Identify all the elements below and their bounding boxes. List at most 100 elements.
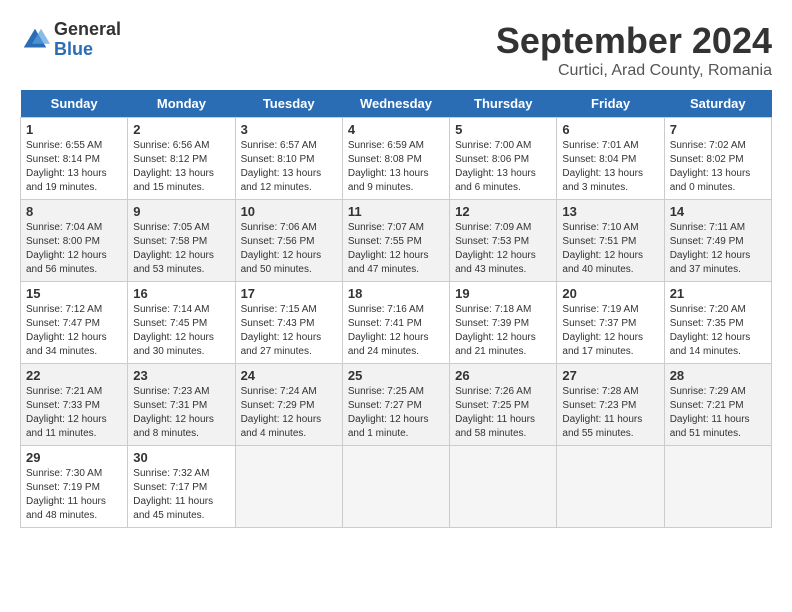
- day-info: Sunrise: 7:14 AMSunset: 7:45 PMDaylight:…: [133, 303, 229, 359]
- day-number: 17: [241, 286, 337, 301]
- day-number: 27: [562, 368, 658, 383]
- day-number: 4: [348, 122, 444, 137]
- logo: General Blue: [20, 20, 121, 60]
- day-info: Sunrise: 7:24 AMSunset: 7:29 PMDaylight:…: [241, 385, 337, 441]
- day-number: 23: [133, 368, 229, 383]
- table-row: 5 Sunrise: 7:00 AMSunset: 8:06 PMDaylight…: [450, 118, 557, 200]
- day-info: Sunrise: 7:18 AMSunset: 7:39 PMDaylight:…: [455, 303, 551, 359]
- day-number: 8: [26, 204, 122, 219]
- table-row: 19Sunrise: 7:18 AMSunset: 7:39 PMDayligh…: [450, 282, 557, 364]
- logo-blue: Blue: [54, 40, 121, 60]
- day-info: Sunrise: 7:15 AMSunset: 7:43 PMDaylight:…: [241, 303, 337, 359]
- table-row: 4 Sunrise: 6:59 AMSunset: 8:08 PMDaylight…: [342, 118, 449, 200]
- day-number: 28: [670, 368, 766, 383]
- day-number: 18: [348, 286, 444, 301]
- day-info: Sunrise: 7:04 AMSunset: 8:00 PMDaylight:…: [26, 221, 122, 277]
- table-row: 9Sunrise: 7:05 AMSunset: 7:58 PMDaylight…: [128, 200, 235, 282]
- table-row: 22 Sunrise: 7:21 AMSunset: 7:33 PMDayligh…: [21, 364, 128, 446]
- day-info: Sunrise: 7:12 AMSunset: 7:47 PMDaylight:…: [26, 303, 122, 359]
- table-row: 6 Sunrise: 7:01 AMSunset: 8:04 PMDaylight…: [557, 118, 664, 200]
- logo-text: General Blue: [54, 20, 121, 60]
- header-thursday: Thursday: [450, 90, 557, 118]
- header-sunday: Sunday: [21, 90, 128, 118]
- day-info: Sunrise: 7:29 AMSunset: 7:21 PMDaylight:…: [670, 385, 766, 441]
- page-header: General Blue September 2024 Curtici, Ara…: [20, 20, 772, 80]
- logo-general: General: [54, 20, 121, 40]
- day-number: 1: [26, 122, 122, 137]
- header-wednesday: Wednesday: [342, 90, 449, 118]
- day-info: Sunrise: 7:25 AMSunset: 7:27 PMDaylight:…: [348, 385, 444, 441]
- day-number: 11: [348, 204, 444, 219]
- table-row: 18 Sunrise: 7:16 AMSunset: 7:41 PMDayligh…: [342, 282, 449, 364]
- day-info: Sunrise: 7:32 AMSunset: 7:17 PMDaylight:…: [133, 467, 229, 523]
- day-info: Sunrise: 7:30 AMSunset: 7:19 PMDaylight:…: [26, 467, 122, 523]
- calendar-row: 22 Sunrise: 7:21 AMSunset: 7:33 PMDayligh…: [21, 364, 772, 446]
- calendar-row: 29 Sunrise: 7:30 AMSunset: 7:19 PMDayligh…: [21, 446, 772, 528]
- day-number: 14: [670, 204, 766, 219]
- calendar-row: 8 Sunrise: 7:04 AMSunset: 8:00 PMDaylight…: [21, 200, 772, 282]
- day-number: 29: [26, 450, 122, 465]
- day-info: Sunrise: 6:55 AMSunset: 8:14 PMDaylight:…: [26, 139, 122, 195]
- table-row: [450, 446, 557, 528]
- day-number: 16: [133, 286, 229, 301]
- day-info: Sunrise: 7:16 AMSunset: 7:41 PMDaylight:…: [348, 303, 444, 359]
- table-row: 25 Sunrise: 7:25 AMSunset: 7:27 PMDayligh…: [342, 364, 449, 446]
- table-row: 29 Sunrise: 7:30 AMSunset: 7:19 PMDayligh…: [21, 446, 128, 528]
- table-row: [342, 446, 449, 528]
- day-number: 13: [562, 204, 658, 219]
- day-info: Sunrise: 6:57 AMSunset: 8:10 PMDaylight:…: [241, 139, 337, 195]
- day-info: Sunrise: 7:06 AMSunset: 7:56 PMDaylight:…: [241, 221, 337, 277]
- day-info: Sunrise: 7:23 AMSunset: 7:31 PMDaylight:…: [133, 385, 229, 441]
- table-row: 3 Sunrise: 6:57 AMSunset: 8:10 PMDaylight…: [235, 118, 342, 200]
- table-row: 14 Sunrise: 7:11 AMSunset: 7:49 PMDayligh…: [664, 200, 771, 282]
- day-info: Sunrise: 7:10 AMSunset: 7:51 PMDaylight:…: [562, 221, 658, 277]
- day-info: Sunrise: 7:11 AMSunset: 7:49 PMDaylight:…: [670, 221, 766, 277]
- day-number: 3: [241, 122, 337, 137]
- calendar-row: 1 Sunrise: 6:55 AMSunset: 8:14 PMDaylight…: [21, 118, 772, 200]
- table-row: 16 Sunrise: 7:14 AMSunset: 7:45 PMDayligh…: [128, 282, 235, 364]
- location-subtitle: Curtici, Arad County, Romania: [496, 62, 772, 80]
- day-number: 7: [670, 122, 766, 137]
- day-number: 15: [26, 286, 122, 301]
- logo-icon: [20, 25, 50, 55]
- day-info: Sunrise: 7:00 AMSunset: 8:06 PMDaylight:…: [455, 139, 551, 195]
- day-info: Sunrise: 7:20 AMSunset: 7:35 PMDaylight:…: [670, 303, 766, 359]
- day-number: 21: [670, 286, 766, 301]
- day-number: 25: [348, 368, 444, 383]
- table-row: 7 Sunrise: 7:02 AMSunset: 8:02 PMDaylight…: [664, 118, 771, 200]
- day-number: 12: [455, 204, 551, 219]
- table-row: 24 Sunrise: 7:24 AMSunset: 7:29 PMDayligh…: [235, 364, 342, 446]
- table-row: 21 Sunrise: 7:20 AMSunset: 7:35 PMDayligh…: [664, 282, 771, 364]
- day-info: Sunrise: 7:07 AMSunset: 7:55 PMDaylight:…: [348, 221, 444, 277]
- day-info: Sunrise: 7:01 AMSunset: 8:04 PMDaylight:…: [562, 139, 658, 195]
- day-number: 6: [562, 122, 658, 137]
- day-info: Sunrise: 7:02 AMSunset: 8:02 PMDaylight:…: [670, 139, 766, 195]
- table-row: 12Sunrise: 7:09 AMSunset: 7:53 PMDayligh…: [450, 200, 557, 282]
- day-number: 2: [133, 122, 229, 137]
- table-row: 15 Sunrise: 7:12 AMSunset: 7:47 PMDayligh…: [21, 282, 128, 364]
- table-row: [235, 446, 342, 528]
- day-number: 10: [241, 204, 337, 219]
- day-number: 26: [455, 368, 551, 383]
- table-row: [664, 446, 771, 528]
- calendar-table: Sunday Monday Tuesday Wednesday Thursday…: [20, 90, 772, 528]
- day-number: 30: [133, 450, 229, 465]
- table-row: 2Sunrise: 6:56 AMSunset: 8:12 PMDaylight…: [128, 118, 235, 200]
- day-info: Sunrise: 7:21 AMSunset: 7:33 PMDaylight:…: [26, 385, 122, 441]
- day-number: 22: [26, 368, 122, 383]
- header-saturday: Saturday: [664, 90, 771, 118]
- table-row: 30 Sunrise: 7:32 AMSunset: 7:17 PMDayligh…: [128, 446, 235, 528]
- table-row: 13 Sunrise: 7:10 AMSunset: 7:51 PMDayligh…: [557, 200, 664, 282]
- table-row: 1 Sunrise: 6:55 AMSunset: 8:14 PMDaylight…: [21, 118, 128, 200]
- table-row: 28 Sunrise: 7:29 AMSunset: 7:21 PMDayligh…: [664, 364, 771, 446]
- main-title: September 2024: [496, 20, 772, 62]
- day-number: 20: [562, 286, 658, 301]
- day-number: 5: [455, 122, 551, 137]
- table-row: 11 Sunrise: 7:07 AMSunset: 7:55 PMDayligh…: [342, 200, 449, 282]
- day-info: Sunrise: 7:28 AMSunset: 7:23 PMDaylight:…: [562, 385, 658, 441]
- day-info: Sunrise: 6:59 AMSunset: 8:08 PMDaylight:…: [348, 139, 444, 195]
- table-row: 17 Sunrise: 7:15 AMSunset: 7:43 PMDayligh…: [235, 282, 342, 364]
- day-info: Sunrise: 7:26 AMSunset: 7:25 PMDaylight:…: [455, 385, 551, 441]
- day-number: 9: [133, 204, 229, 219]
- day-number: 24: [241, 368, 337, 383]
